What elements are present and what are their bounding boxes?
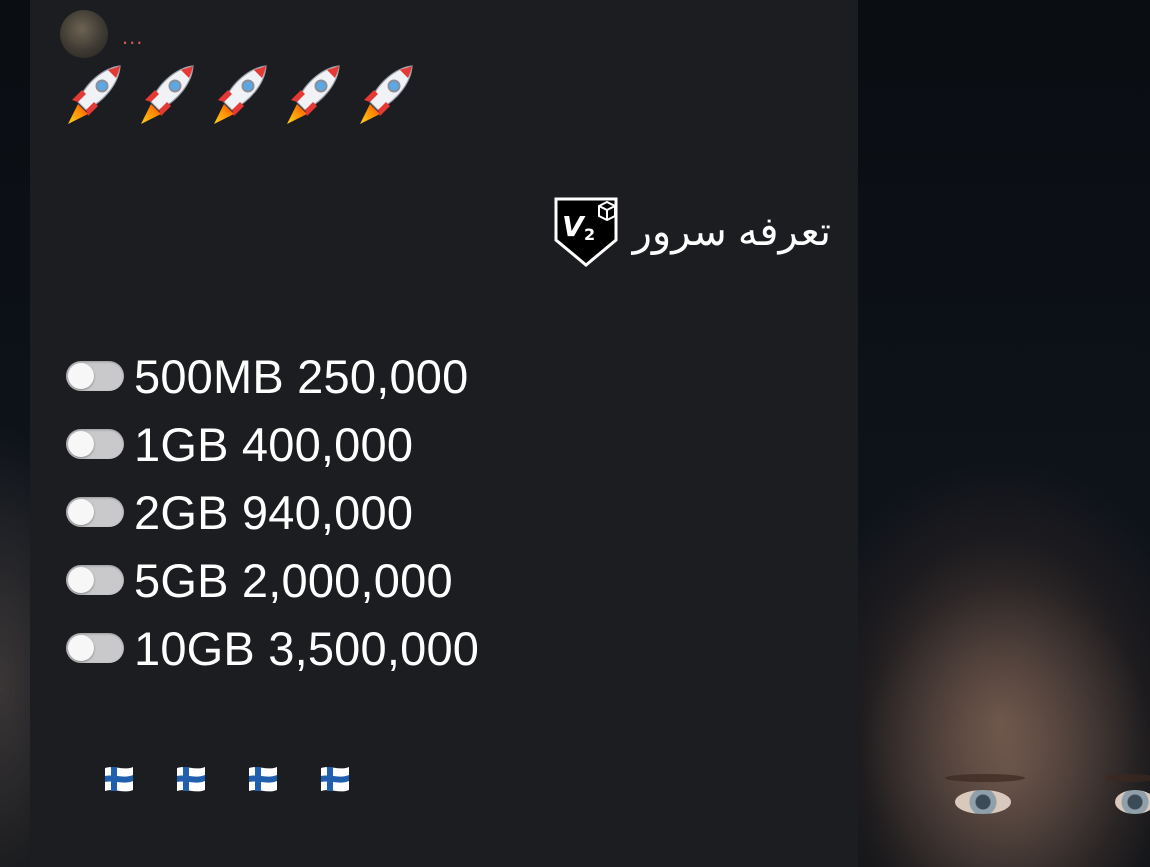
rocket-icon bbox=[360, 65, 413, 124]
plan-item: 5GB 2,000,000 bbox=[66, 546, 479, 614]
title-row: V 2 تعرفه سرور bbox=[553, 196, 831, 268]
rocket-icon bbox=[287, 65, 340, 124]
plan-item: 2GB 940,000 bbox=[66, 478, 479, 546]
avatar[interactable] bbox=[60, 10, 108, 58]
finland-flag-icon bbox=[177, 767, 205, 792]
finland-flag-icon bbox=[321, 767, 349, 792]
plan-item: 1GB 400,000 bbox=[66, 410, 479, 478]
svg-text:V: V bbox=[562, 210, 586, 243]
flag-emoji-row bbox=[102, 762, 352, 796]
plan-text: 500MB 250,000 bbox=[134, 349, 469, 403]
background-face bbox=[940, 770, 1150, 830]
svg-text:2: 2 bbox=[584, 225, 595, 244]
v2-shield-icon: V 2 bbox=[554, 197, 618, 267]
finland-flag-icon bbox=[249, 767, 277, 792]
plan-text: 1GB 400,000 bbox=[134, 417, 414, 471]
toggle-off-icon bbox=[66, 633, 124, 663]
rocket-icon bbox=[68, 65, 121, 124]
plan-item: 500MB 250,000 bbox=[66, 342, 479, 410]
toggle-off-icon bbox=[66, 565, 124, 595]
plan-item: 10GB 3,500,000 bbox=[66, 614, 479, 682]
toggle-off-icon bbox=[66, 497, 124, 527]
message-title: تعرفه سرور bbox=[632, 210, 831, 254]
plan-text: 2GB 940,000 bbox=[134, 485, 414, 539]
finland-flag-icon bbox=[105, 767, 133, 792]
rocket-icon bbox=[141, 65, 194, 124]
toggle-off-icon bbox=[66, 361, 124, 391]
rocket-icon bbox=[214, 65, 267, 124]
toggle-off-icon bbox=[66, 429, 124, 459]
sender-name-indicator: ... bbox=[122, 24, 144, 49]
plan-text: 5GB 2,000,000 bbox=[134, 553, 453, 607]
message-card: ... V 2 تعرفه سرور 500MB 250,000 1GB 400… bbox=[30, 0, 858, 867]
plan-text: 10GB 3,500,000 bbox=[134, 621, 480, 675]
rocket-emoji-row bbox=[64, 64, 416, 128]
plan-list: 500MB 250,000 1GB 400,000 2GB 940,000 5G… bbox=[66, 342, 479, 682]
